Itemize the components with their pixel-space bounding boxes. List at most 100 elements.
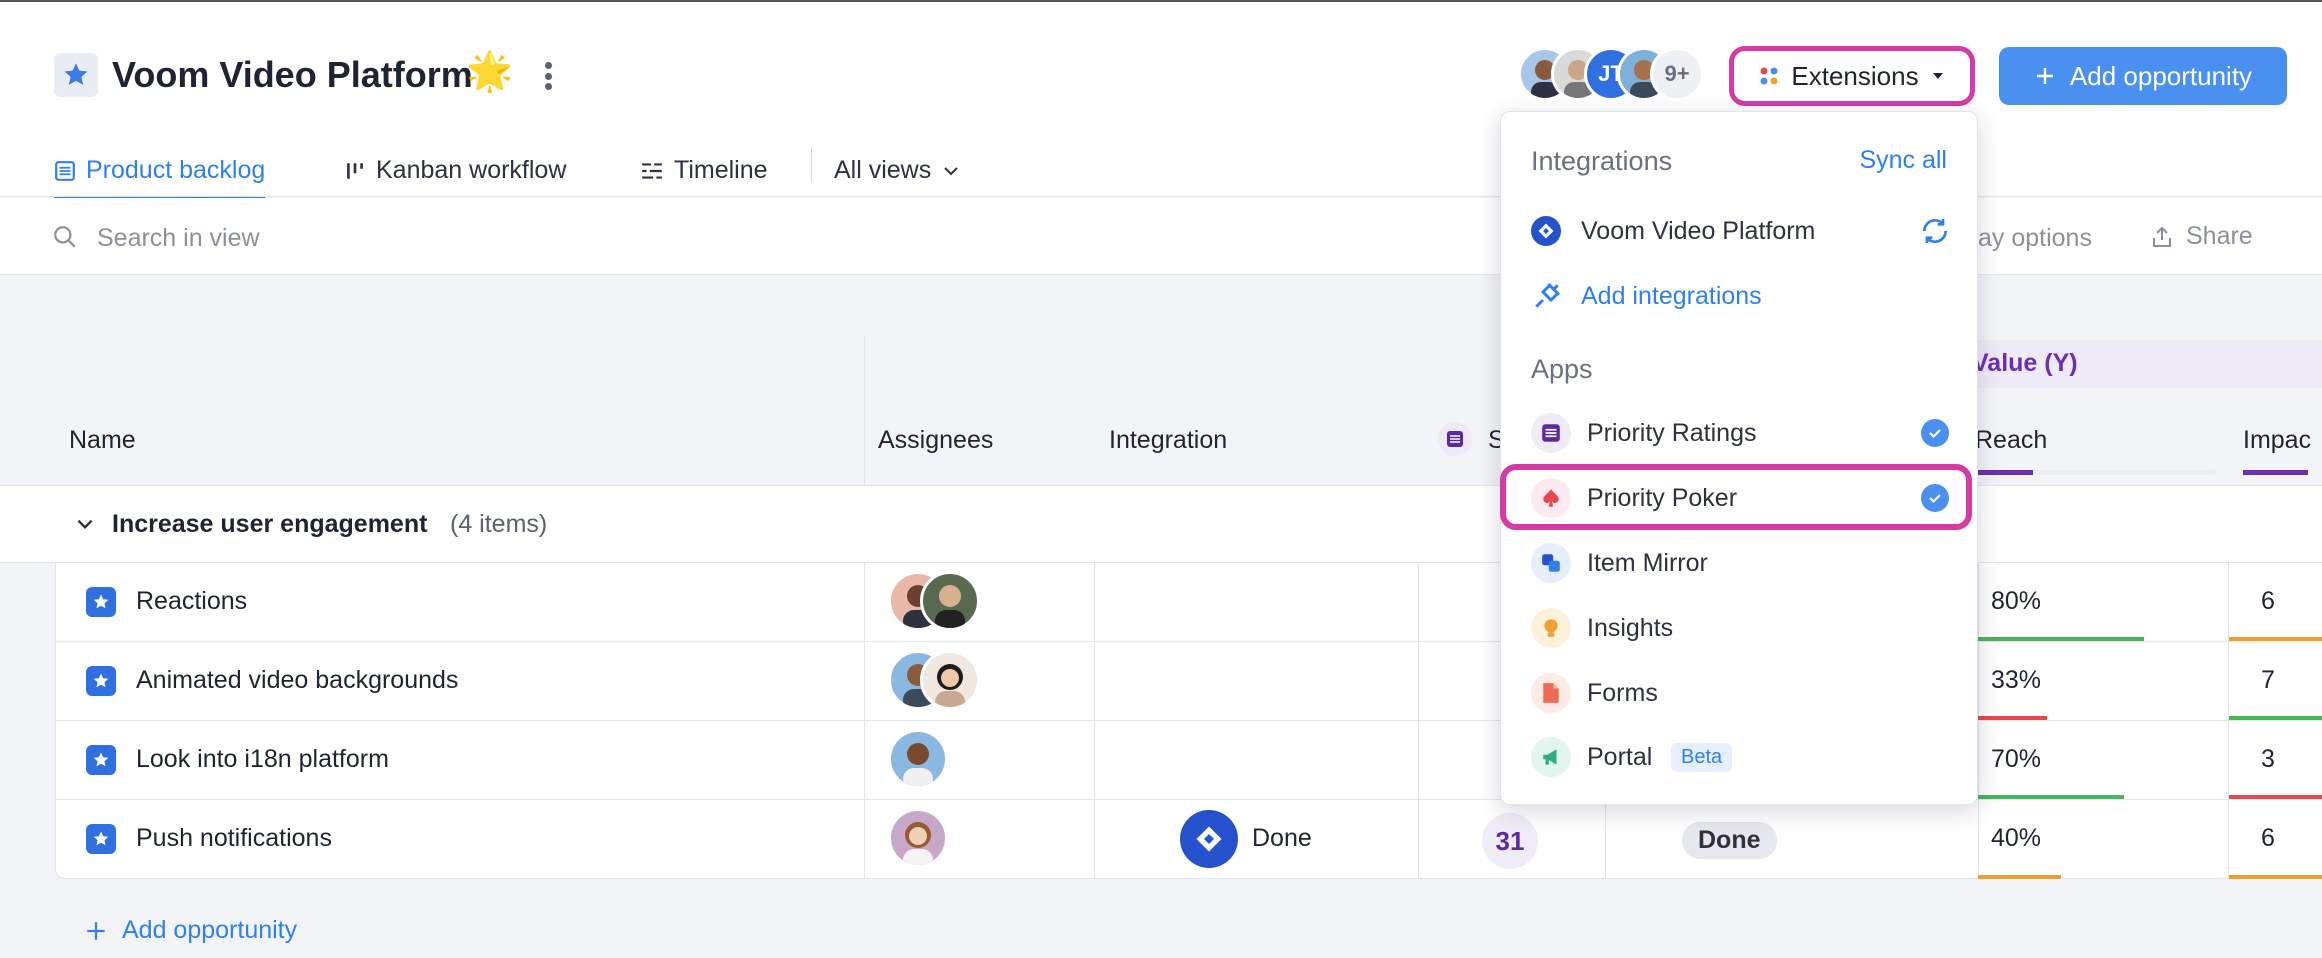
tab-kanban-workflow[interactable]: Kanban workflow [344, 142, 566, 199]
cell-divider [864, 563, 865, 642]
impact-bar [2229, 875, 2322, 879]
add-opportunity-link[interactable]: Add opportunity [84, 916, 297, 945]
opportunity-star-icon [86, 666, 116, 696]
extensions-label: Extensions [1791, 60, 1919, 91]
jira-icon [1180, 810, 1238, 868]
integration-status[interactable]: Done [1252, 824, 1312, 853]
column-header-assignees[interactable]: Assignees [878, 426, 993, 455]
impact-bar [2229, 637, 2322, 641]
cell-divider [1418, 563, 1419, 642]
sync-all-button[interactable]: Sync all [1859, 146, 1947, 175]
cell-divider [1418, 800, 1419, 879]
app-label: Forms [1587, 678, 1658, 707]
view-tabs: Product backlog Kanban workflow Timeline… [0, 142, 1000, 200]
tab-label: Product backlog [86, 156, 266, 184]
add-opportunity-label: Add opportunity [2069, 60, 2253, 91]
cell-divider [864, 800, 865, 879]
opportunity-star-icon [86, 824, 116, 854]
row-name: Push notifications [136, 824, 332, 852]
column-header-impact[interactable]: Impac [2243, 426, 2311, 455]
kanban-icon [347, 162, 363, 179]
app-label: Item Mirror [1587, 548, 1708, 577]
megaphone-icon [1531, 737, 1571, 777]
cell-divider [1605, 800, 1606, 879]
reach-bar [1978, 637, 2144, 641]
chevron-down-icon[interactable] [74, 513, 96, 535]
cell-divider [1094, 721, 1095, 800]
more-menu-icon[interactable] [536, 58, 560, 94]
column-header-name[interactable]: Name [69, 426, 136, 455]
tab-timeline[interactable]: Timeline [640, 142, 768, 199]
table-row[interactable]: Look into i18n platform 70% 3 [56, 721, 2322, 800]
avatar [888, 729, 948, 789]
app-item-insights[interactable]: Insights [1501, 597, 1979, 659]
avatar [888, 808, 948, 868]
cell-divider [2228, 800, 2229, 879]
project-star-icon [54, 53, 98, 97]
table-row[interactable]: Animated video backgrounds 33% 7 [56, 642, 2322, 721]
score-column-icon [1438, 422, 1472, 456]
member-avatars[interactable]: JT 9+ [1518, 47, 1708, 103]
chevron-down-icon [944, 166, 958, 175]
app-item-portal[interactable]: Portal Beta [1501, 726, 1979, 788]
reach-bar [1978, 875, 2061, 879]
plus-icon [87, 921, 105, 940]
reach-weight-bar [1975, 470, 2033, 475]
display-options-button[interactable]: ay options [1978, 224, 2092, 253]
status-badge[interactable]: Done [1682, 822, 1777, 859]
cell-divider [1418, 721, 1419, 800]
cell-divider [864, 721, 865, 800]
cell-divider [1094, 563, 1095, 642]
cell-divider [1094, 642, 1095, 721]
app-label: Priority Ratings [1587, 418, 1757, 447]
reach-bar [1978, 795, 2124, 799]
group-name: Increase user engagement [112, 510, 428, 538]
impact-bar [2229, 795, 2322, 799]
extensions-button[interactable]: Extensions [1729, 46, 1975, 106]
impact-value: 6 [2261, 824, 2275, 852]
document-icon [1531, 673, 1571, 713]
app-item-item-mirror[interactable]: Item Mirror [1501, 532, 1979, 594]
plus-icon [2036, 68, 2053, 84]
tab-label: All views [834, 156, 932, 184]
share-icon [2153, 226, 2171, 247]
check-icon [1921, 419, 1949, 447]
share-button[interactable]: Share [2150, 222, 2253, 251]
tab-all-views[interactable]: All views [834, 142, 961, 199]
tab-product-backlog[interactable]: Product backlog [54, 142, 266, 200]
table-row[interactable]: Push notifications Done 31 Done 40% 6 [56, 800, 2322, 879]
apps-heading: Apps [1531, 354, 1593, 384]
add-integrations-label: Add integrations [1581, 281, 1762, 310]
app-label: Insights [1587, 613, 1674, 642]
app-item-forms[interactable]: Forms [1501, 662, 1979, 724]
impact-value: 7 [2261, 666, 2275, 694]
cell-divider [2228, 721, 2229, 800]
sync-icon[interactable] [1919, 215, 1951, 247]
impact-value: 3 [2261, 745, 2275, 773]
column-header-integration[interactable]: Integration [1109, 426, 1227, 455]
reach-value: 40% [1991, 824, 2042, 852]
add-integrations-item[interactable]: Add integrations [1501, 265, 1979, 327]
search-input[interactable]: Search in view [97, 224, 260, 253]
cell-divider [864, 642, 865, 721]
impact-weight-bar [2243, 470, 2308, 475]
cell-divider [2228, 563, 2229, 642]
integration-item-voom[interactable]: Voom Video Platform [1501, 200, 1979, 262]
cell-divider [1978, 800, 1979, 879]
cell-divider [2228, 642, 2229, 721]
reach-bar [1978, 716, 2047, 720]
opportunity-star-icon [86, 745, 116, 775]
share-label: Share [2186, 222, 2253, 250]
item-mirror-icon [1531, 543, 1571, 583]
table-row[interactable]: Reactions 80% 6 [56, 563, 2322, 642]
column-header-reach[interactable]: Reach [1975, 426, 2047, 455]
beta-badge: Beta [1671, 742, 1733, 772]
cell-divider [1094, 800, 1095, 879]
reach-value: 33% [1991, 666, 2042, 694]
avatar [920, 571, 980, 631]
more-members-count: 9+ [1650, 47, 1704, 101]
priority-poker-highlight [1500, 464, 1972, 530]
search-icon [54, 226, 76, 248]
add-opportunity-button[interactable]: Add opportunity [1999, 47, 2287, 105]
app-item-priority-ratings[interactable]: Priority Ratings [1501, 402, 1979, 464]
